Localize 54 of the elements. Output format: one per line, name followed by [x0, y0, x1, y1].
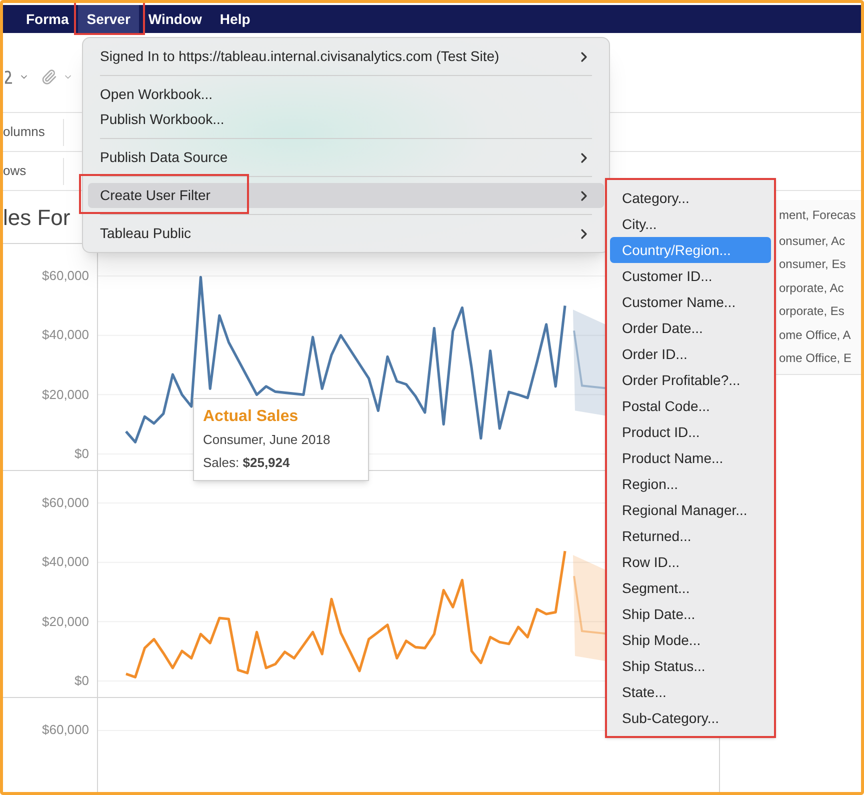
submenu-item[interactable]: Order Date...	[610, 315, 771, 341]
submenu-item[interactable]: Category...	[610, 185, 771, 211]
axis-tick-label: $20,000	[42, 614, 89, 628]
menu-item[interactable]: Tableau Public	[88, 221, 604, 246]
axis-tick-label: $40,000	[42, 555, 89, 568]
submenu-item[interactable]: Product ID...	[610, 419, 771, 445]
submenu-item[interactable]: Region...	[610, 471, 771, 497]
submenu-item[interactable]: Row ID...	[610, 549, 771, 575]
axis-tick-label: $60,000	[42, 723, 89, 737]
submenu-item[interactable]: Returned...	[610, 523, 771, 549]
submenu-item[interactable]: Customer ID...	[610, 263, 771, 289]
submenu-item[interactable]: Order Profitable?...	[610, 367, 771, 393]
legend-item[interactable]: ome Office, A	[779, 323, 861, 346]
menu-item[interactable]: Publish Data Source	[88, 145, 604, 170]
shelf-label: olumns	[3, 123, 46, 142]
axis-tick-label: $0	[74, 674, 89, 687]
menu-item[interactable]: Create User Filter	[88, 183, 604, 208]
submenu-item[interactable]: Order ID...	[610, 341, 771, 367]
legend-item[interactable]: orporate, Es	[779, 300, 861, 323]
submenu-item[interactable]: Ship Date...	[610, 601, 771, 627]
submenu-item[interactable]: Regional Manager...	[610, 497, 771, 523]
submenu-item[interactable]: Ship Mode...	[610, 627, 771, 653]
axis-tick-label: $60,000	[42, 269, 89, 282]
legend-title: ment, Forecas	[779, 206, 857, 224]
submenu-item[interactable]: State...	[610, 679, 771, 705]
axis-tick-label: $40,000	[42, 328, 89, 342]
legend-item[interactable]: onsumer, Ac	[779, 229, 861, 252]
sheet-title: les For	[3, 204, 70, 232]
tooltip-title: Actual Sales	[203, 407, 300, 427]
submenu-item[interactable]: Postal Code...	[610, 393, 771, 419]
tooltip-text: Sales: $25,924	[203, 454, 291, 472]
legend-item[interactable]: onsumer, Es	[779, 252, 861, 276]
submenu-item[interactable]: Segment...	[610, 575, 771, 601]
submenu-item[interactable]: City...	[610, 211, 771, 237]
paperclip-icon	[41, 68, 57, 84]
menu-bar-item[interactable]: Window	[139, 5, 211, 33]
menu-bar-item[interactable]: Forma	[17, 5, 78, 33]
tooltip-text: Consumer, June 2018	[203, 431, 332, 449]
axis-tick-label: $20,000	[42, 388, 89, 401]
legend-item[interactable]: ome Office, E	[779, 346, 861, 370]
menu-item[interactable]: Publish Workbook...	[88, 107, 604, 132]
axis-tick-label: $0	[74, 447, 89, 460]
submenu-item[interactable]: Customer Name...	[610, 289, 771, 315]
submenu-item[interactable]: Product Name...	[610, 445, 771, 471]
shelf-label: ows	[3, 162, 28, 180]
legend-item[interactable]: orporate, Ac	[779, 276, 861, 300]
menu-bar-item[interactable]: Server	[78, 5, 140, 33]
axis-tick-label: $60,000	[42, 496, 89, 509]
menu-item[interactable]: Signed In to https://tableau.internal.civisanalytics.com (Test Site)	[88, 44, 604, 69]
menu-bar-item[interactable]: Help	[210, 5, 260, 33]
submenu-item[interactable]: Sub-Category...	[610, 705, 771, 731]
toolbar-icon	[5, 68, 13, 84]
submenu-item[interactable]: Ship Status...	[610, 653, 771, 679]
menu-item[interactable]: Open Workbook...	[88, 82, 604, 107]
